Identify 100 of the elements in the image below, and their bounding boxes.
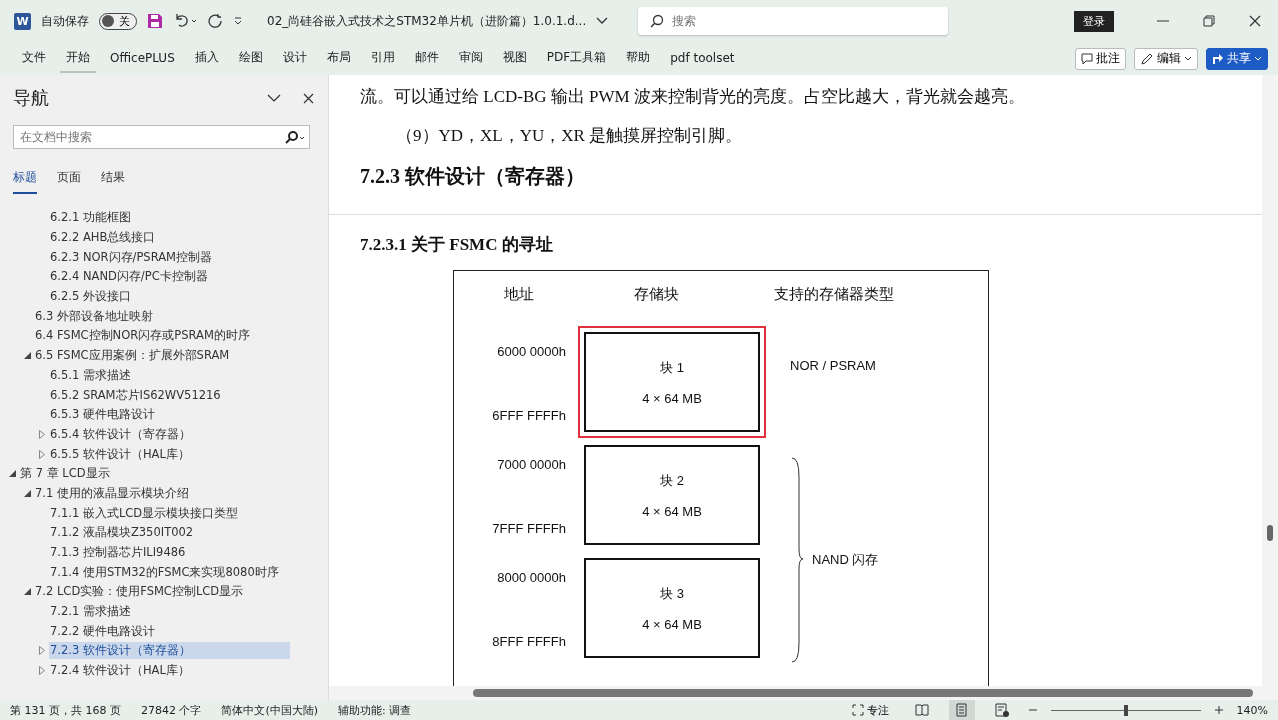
start-address: 6000 0000h	[497, 344, 566, 359]
outline-item[interactable]: 6.2.4 NAND闪存/PC卡控制器	[49, 268, 290, 286]
document-search-field[interactable]: 在文档中搜索	[13, 125, 310, 149]
block-name: 块 1	[660, 358, 684, 377]
expanded-triangle-icon[interactable]	[23, 489, 31, 497]
outline-item[interactable]: 6.3 外部设备地址映射	[34, 307, 275, 325]
ribbon-tab[interactable]: 邮件	[408, 44, 445, 73]
share-button[interactable]: 共享	[1206, 47, 1268, 70]
ribbon-tab[interactable]: 设计	[276, 44, 313, 73]
expanded-triangle-icon[interactable]	[23, 588, 31, 596]
outline-item[interactable]: 7.1.3 控制器芯片ILI9486	[49, 544, 290, 562]
close-icon[interactable]	[303, 92, 314, 104]
outline-item[interactable]: 7.1.1 嵌入式LCD显示模块接口类型	[49, 504, 290, 522]
page-icon	[956, 703, 968, 717]
chevron-down-icon[interactable]	[267, 94, 281, 102]
start-address: 8000 0000h	[497, 570, 566, 585]
end-address: 8FFF FFFFh	[492, 634, 566, 649]
search-icon[interactable]	[284, 130, 306, 144]
collapsed-triangle-icon[interactable]	[39, 429, 45, 439]
section-heading: 7.2.3 软件设计（寄存器）	[360, 164, 586, 189]
autosave-label: 自动保存	[41, 12, 89, 30]
outline-item[interactable]: 6.4 FSMC控制NOR闪存或PSRAM的时序	[34, 327, 275, 345]
zoom-level[interactable]: 140%	[1236, 703, 1268, 717]
pencil-icon	[1140, 51, 1154, 66]
ribbon-tab[interactable]: 视图	[496, 44, 533, 73]
outline-item[interactable]: 6.5.5 软件设计（HAL库）	[49, 445, 290, 463]
outline-item[interactable]: 6.2.5 外设接口	[49, 288, 290, 306]
ribbon-tab[interactable]: pdf toolset	[664, 45, 741, 72]
collapsed-triangle-icon[interactable]	[39, 449, 45, 459]
restore-icon[interactable]	[1203, 15, 1215, 27]
brace-icon	[790, 457, 804, 663]
memory-type: NAND 闪存	[812, 551, 879, 569]
horizontal-scrollbar-thumb[interactable]	[473, 689, 1253, 697]
ribbon-tab[interactable]: 帮助	[620, 44, 657, 73]
block-name: 块 3	[660, 584, 684, 603]
outline-item[interactable]: 7.1.4 使用STM32的FSMC来实现8080时序	[49, 563, 290, 581]
collapsed-triangle-icon[interactable]	[39, 666, 45, 676]
redo-icon[interactable]	[207, 13, 223, 29]
comments-button[interactable]: 批注	[1075, 47, 1126, 70]
focus-icon	[851, 704, 864, 716]
ribbon-tab[interactable]: 文件	[16, 44, 52, 73]
customize-caret-icon[interactable]	[233, 16, 243, 26]
outline-item[interactable]: 6.2.3 NOR闪存/PSRAM控制器	[49, 248, 290, 266]
block-size: 4 × 64 MB	[642, 390, 702, 406]
book-icon	[914, 704, 929, 716]
ribbon-tab[interactable]: 绘图	[232, 44, 269, 73]
subsection-heading: 7.2.3.1 关于 FSMC 的寻址	[360, 234, 554, 256]
navigation-tab[interactable]: 标题	[13, 169, 37, 194]
outline-item[interactable]: 6.2.2 AHB总线接口	[49, 229, 290, 247]
outline-item[interactable]: 7.1.2 液晶模块Z350IT002	[49, 524, 290, 542]
outline-item[interactable]: 7.1 使用的液晶显示模块介绍	[34, 484, 275, 502]
outline-item[interactable]: 7.2.3 软件设计（寄存器）	[49, 642, 290, 660]
outline-item[interactable]: 7.2.4 软件设计（HAL库）	[49, 662, 290, 680]
autosave-toggle[interactable]: 关	[99, 12, 137, 30]
editing-button[interactable]: 编辑	[1134, 47, 1198, 70]
outline-item[interactable]: 6.5.3 硬件电路设计	[49, 406, 290, 424]
collapsed-triangle-icon[interactable]	[39, 646, 45, 656]
focus-button[interactable]: 专注	[845, 700, 895, 720]
outline-item[interactable]: 7.2.2 硬件电路设计	[49, 622, 290, 640]
expanded-triangle-icon[interactable]	[8, 470, 16, 478]
ribbon-tab[interactable]: 引用	[364, 44, 401, 73]
accessibility-status[interactable]: 辅助功能: 调查	[338, 702, 412, 718]
outline-item[interactable]: 第 7 章 LCD显示	[19, 465, 260, 483]
ribbon-tab[interactable]: OfficePLUS	[104, 45, 181, 72]
save-icon[interactable]	[147, 13, 163, 29]
ribbon-tab[interactable]: 开始	[60, 44, 96, 73]
scrollbar-thumb[interactable]	[1267, 525, 1273, 541]
language-status[interactable]: 简体中文(中国大陆)	[221, 702, 319, 718]
outline-item[interactable]: 7.2.1 需求描述	[49, 603, 290, 621]
navigation-tab[interactable]: 页面	[57, 169, 81, 194]
word-count[interactable]: 27842 个字	[141, 702, 202, 718]
start-address: 7000 0000h	[497, 457, 566, 472]
block-size: 4 × 64 MB	[642, 503, 702, 519]
web-page-icon	[994, 703, 1009, 717]
outline-item[interactable]: 6.5 FSMC应用案例：扩展外部SRAM	[34, 347, 275, 365]
outline-item[interactable]: 6.5.1 需求描述	[49, 366, 290, 384]
zoom-slider-thumb[interactable]	[1123, 704, 1128, 716]
column-heading: 存储块	[633, 285, 680, 304]
block-name: 块 2	[660, 471, 684, 490]
document-title: 02_尚硅谷嵌入式技术之STM32单片机（进阶篇）1.0.1.d...	[267, 12, 587, 30]
close-icon[interactable]	[1249, 15, 1261, 27]
caret-icon[interactable]	[596, 17, 609, 25]
caret-icon	[1254, 56, 1262, 61]
ribbon-tab[interactable]: PDF工具箱	[540, 44, 613, 73]
page-count[interactable]: 第 131 页，共 168 页	[10, 702, 121, 718]
outline-item[interactable]: 6.2.1 功能框图	[49, 209, 290, 227]
block-size: 4 × 64 MB	[642, 616, 702, 632]
outline-item[interactable]: 7.2 LCD实验：使用FSMC控制LCD显示	[34, 583, 275, 601]
outline-item[interactable]: 6.5.2 SRAM芯片IS62WV51216	[49, 386, 290, 404]
ribbon-tab[interactable]: 审阅	[452, 44, 489, 73]
outline-item[interactable]: 6.5.4 软件设计（寄存器）	[49, 425, 290, 443]
ribbon-tab[interactable]: 布局	[320, 44, 357, 73]
ribbon-tab[interactable]: 插入	[188, 44, 225, 73]
end-address: 6FFF FFFFh	[492, 408, 566, 423]
undo-icon[interactable]	[173, 13, 197, 29]
zoom-in-icon[interactable]	[1214, 706, 1223, 714]
sign-in-button[interactable]: 登录	[1074, 10, 1114, 32]
navigation-tab[interactable]: 结果	[101, 169, 125, 194]
expanded-triangle-icon[interactable]	[23, 352, 31, 360]
search-field[interactable]: 搜索	[638, 7, 949, 35]
